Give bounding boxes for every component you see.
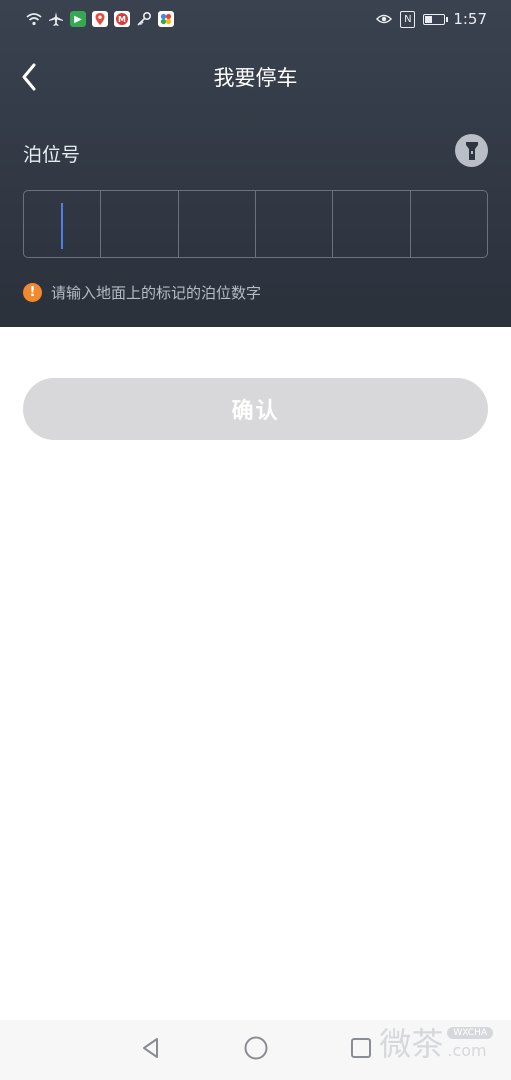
recents-square-icon[interactable] (349, 1036, 373, 1064)
watermark-suffix: .com (447, 1041, 487, 1060)
wifi-icon (26, 11, 42, 27)
svg-text:M: M (118, 15, 126, 24)
status-left-icons: ▶ M (26, 11, 174, 27)
berth-digit-cell-3[interactable] (179, 191, 256, 257)
berth-number-input[interactable] (23, 190, 488, 258)
battery-icon (423, 13, 449, 25)
confirm-button[interactable]: 确认 (23, 378, 488, 440)
nfc-icon: N (400, 10, 416, 28)
text-caret (61, 203, 63, 249)
eye-icon (376, 11, 393, 27)
watermark-badge: WXCHA (447, 1027, 493, 1039)
photos-app-icon (158, 11, 174, 27)
warning-icon: ! (23, 283, 42, 302)
airplane-icon (48, 11, 64, 27)
battery-level (425, 15, 433, 23)
back-triangle-icon[interactable] (139, 1036, 163, 1064)
header-panel: ▶ M N 1:57 我要停车 泊位号 ! 请输入地面上的标记的泊位数字 (0, 0, 511, 327)
watermark-side: WXCHA .com (447, 1027, 493, 1060)
key-icon (136, 11, 152, 27)
hint-text: 请输入地面上的标记的泊位数字 (51, 284, 262, 302)
input-hint: ! 请输入地面上的标记的泊位数字 (23, 282, 261, 303)
map-pin-app-icon (92, 11, 108, 27)
berth-digit-cell-1[interactable] (24, 191, 102, 257)
watermark: 微茶 WXCHA .com (379, 1027, 493, 1060)
play-store-icon: ▶ (70, 11, 86, 27)
berth-digit-cell-4[interactable] (256, 191, 334, 257)
page-title: 我要停车 (213, 66, 298, 90)
berth-number-label: 泊位号 (23, 144, 81, 166)
status-right-icons: N 1:57 (376, 10, 487, 28)
metro-app-icon: M (114, 11, 130, 27)
status-time: 1:57 (453, 10, 487, 28)
berth-digit-cell-5[interactable] (333, 191, 411, 257)
berth-digit-cell-6[interactable] (411, 191, 487, 257)
flashlight-button[interactable] (455, 134, 488, 167)
watermark-text: 微茶 (379, 1025, 444, 1063)
flashlight-icon (465, 141, 478, 160)
home-circle-icon[interactable] (243, 1035, 269, 1065)
berth-digit-cell-2[interactable] (101, 191, 179, 257)
status-bar: ▶ M N 1:57 (0, 0, 511, 42)
